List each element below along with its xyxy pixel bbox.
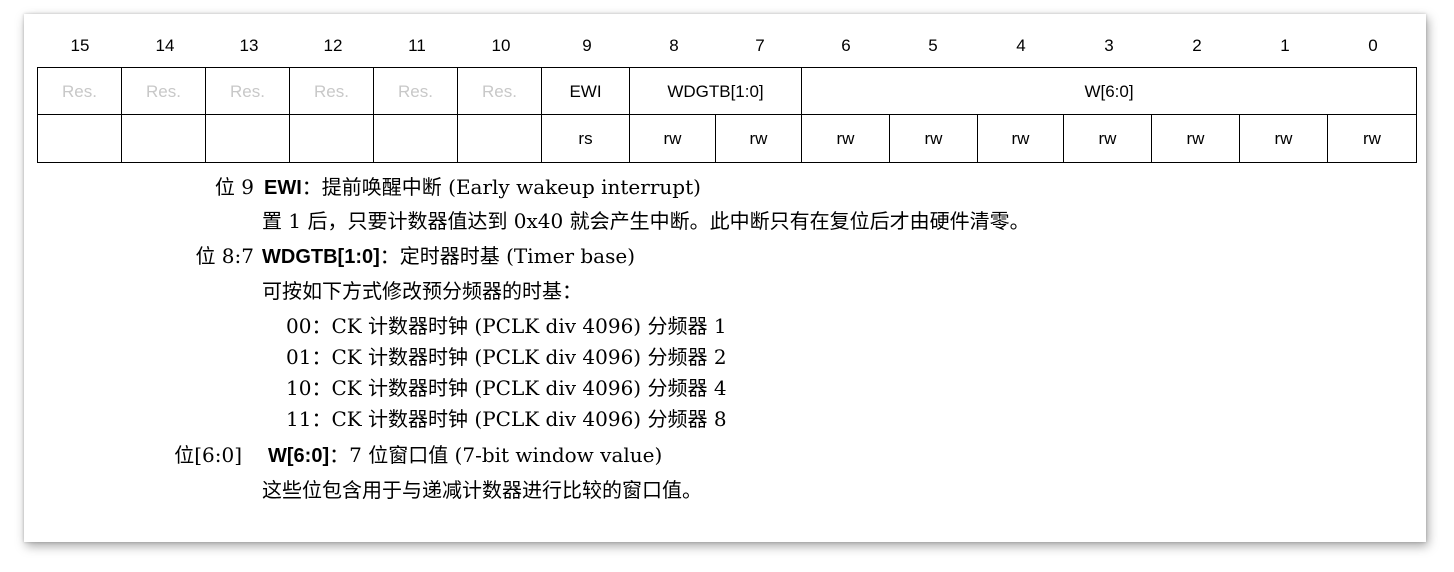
bit-number: 15 — [70, 36, 90, 55]
field-reserved: Res. — [122, 68, 206, 115]
bit60-heading: W[6:0]：7 位窗口值 (7-bit window value) — [268, 440, 662, 470]
bit9-text: 置 1 后，只要计数器值达到 0x40 就会产生中断。此中断只有在复位后才由硬件… — [262, 209, 1030, 233]
field-w: W[6:0] — [802, 68, 1416, 115]
bit9-title: ：提前唤醒中断 (Early wakeup interrupt) — [301, 175, 701, 199]
register-table: Res. Res. Res. Res. Res. Res. EWI WDGTB[… — [37, 67, 1417, 163]
field-reserved: Res. — [206, 68, 290, 115]
field-ewi: EWI — [542, 68, 630, 115]
option-10: 10：CK 计数器时钟 (PCLK div 4096) 分频器 4 — [286, 376, 727, 400]
bit-number: 7 — [755, 36, 765, 55]
bit87-name: WDGTB[1:0] — [262, 246, 380, 268]
access-bit5: rw — [890, 115, 978, 162]
bit87-title: ：定时器时基 (Timer base) — [379, 244, 636, 268]
bit-number-row: 15 14 13 12 11 10 9 8 7 6 5 4 3 2 1 0 — [37, 32, 1417, 60]
bit87-label: 位 8:7 — [195, 244, 254, 268]
bit9-name: EWI — [264, 177, 302, 199]
bit-number: 11 — [408, 36, 426, 55]
access-bit2: rw — [1152, 115, 1240, 162]
access-empty — [206, 115, 290, 162]
option-01: 01：CK 计数器时钟 (PCLK div 4096) 分频器 2 — [286, 345, 727, 369]
option-00: 00：CK 计数器时钟 (PCLK div 4096) 分频器 1 — [286, 314, 727, 338]
access-empty — [38, 115, 122, 162]
bit-number: 2 — [1192, 36, 1202, 55]
access-bit8: rw — [630, 115, 716, 162]
bit-number: 12 — [323, 36, 343, 55]
access-empty — [458, 115, 542, 162]
bit-number: 3 — [1104, 36, 1114, 55]
bit60-title: ：7 位窗口值 (7-bit window value) — [329, 443, 663, 467]
access-empty — [290, 115, 374, 162]
field-reserved: Res. — [458, 68, 542, 115]
bit60-text: 这些位包含用于与递减计数器进行比较的窗口值。 — [262, 478, 702, 502]
bit60-name: W[6:0] — [268, 445, 330, 467]
bit9-heading: EWI：提前唤醒中断 (Early wakeup interrupt) — [264, 172, 701, 202]
bit87-heading: WDGTB[1:0]：定时器时基 (Timer base) — [262, 241, 635, 271]
access-bit1: rw — [1240, 115, 1328, 162]
field-reserved: Res. — [290, 68, 374, 115]
bit-number: 5 — [928, 36, 938, 55]
access-bit3: rw — [1064, 115, 1152, 162]
access-bit7: rw — [716, 115, 802, 162]
access-empty — [122, 115, 206, 162]
bit-number: 0 — [1368, 36, 1378, 55]
field-wdgtb: WDGTB[1:0] — [630, 68, 802, 115]
bit60-label: 位[6:0] — [174, 443, 242, 467]
bit-number: 10 — [491, 36, 511, 55]
access-empty — [374, 115, 458, 162]
bit-number: 14 — [155, 36, 175, 55]
bit87-text: 可按如下方式修改预分频器的时基： — [262, 279, 582, 303]
bit-number: 8 — [669, 36, 679, 55]
access-bit4: rw — [978, 115, 1064, 162]
bit-number: 1 — [1280, 36, 1290, 55]
option-11: 11：CK 计数器时钟 (PCLK div 4096) 分频器 8 — [286, 407, 727, 431]
bit9-label: 位 9 — [214, 175, 254, 199]
access-bit6: rw — [802, 115, 890, 162]
bit-number: 9 — [582, 36, 592, 55]
bit-number: 6 — [841, 36, 851, 55]
field-reserved: Res. — [374, 68, 458, 115]
field-reserved: Res. — [38, 68, 122, 115]
bit-number: 13 — [239, 36, 259, 55]
bit-number: 4 — [1016, 36, 1026, 55]
access-ewi: rs — [542, 115, 630, 162]
access-bit0: rw — [1363, 129, 1381, 148]
